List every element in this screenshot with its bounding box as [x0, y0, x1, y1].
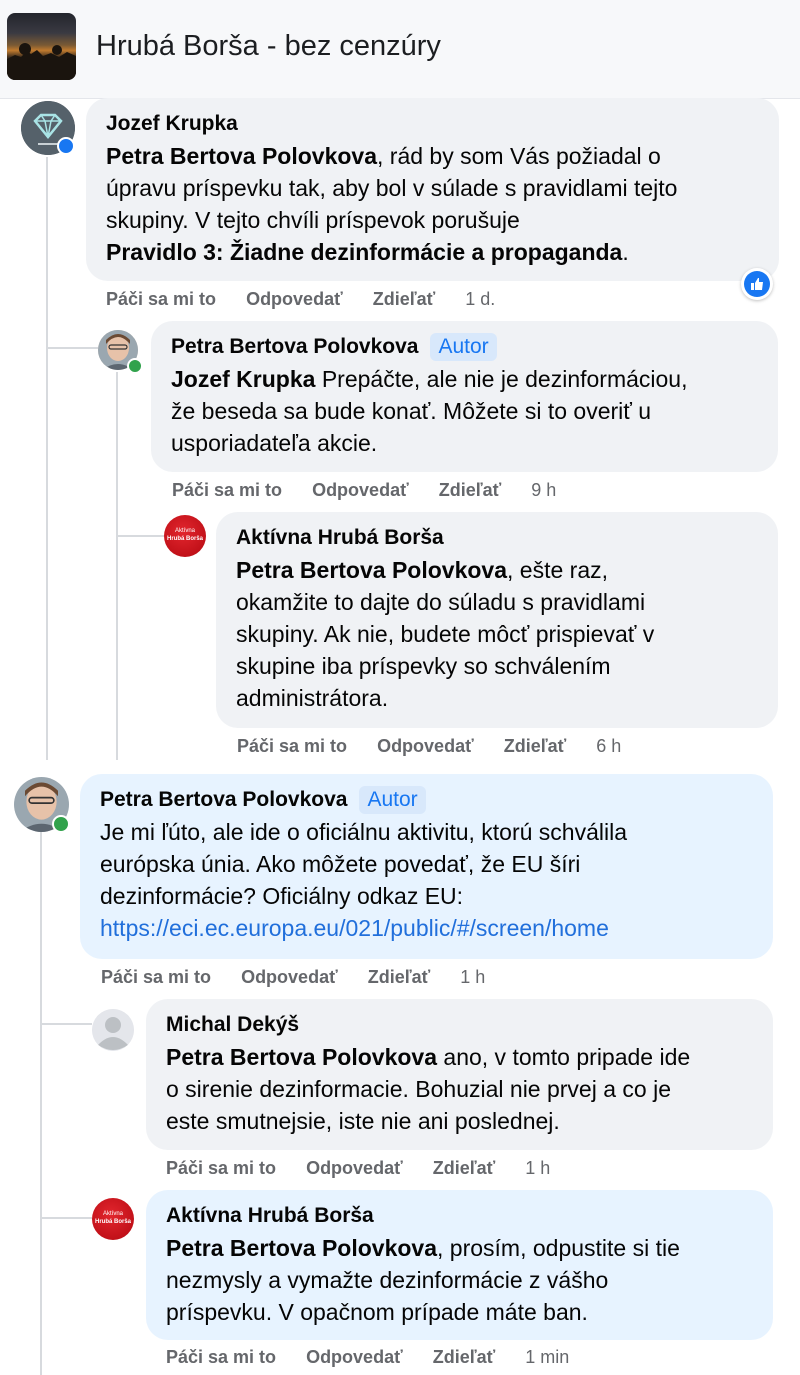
comment-actions: Páči sa mi to Odpovedať Zdieľať 1 min [166, 1347, 599, 1368]
logo-text: Aktívna [174, 528, 195, 534]
mention-link[interactable]: Petra Bertova Polovkova [106, 143, 377, 169]
comment-bubble: Michal Dekýš Petra Bertova Polovkova ano… [146, 999, 773, 1150]
reply-button[interactable]: Odpovedať [246, 289, 343, 310]
author-badge: Autor [430, 333, 497, 361]
rule-text: Pravidlo 3: Žiadne dezinformácie a propa… [106, 239, 623, 265]
logo-text: Hrubá Borša [94, 1219, 131, 1225]
comment-author[interactable]: Jozef Krupka [106, 112, 238, 136]
share-button[interactable]: Zdieľať [433, 1158, 496, 1179]
comment-author[interactable]: Petra Bertova Polovkova [171, 335, 418, 359]
mention-link[interactable]: Petra Bertova Polovkova [166, 1044, 437, 1070]
avatar[interactable]: Aktívna Hrubá Borša [92, 1198, 134, 1240]
thread-line [40, 832, 42, 1375]
online-status-dot [127, 358, 143, 374]
thread-line [46, 157, 48, 760]
thread-line [40, 1023, 92, 1025]
thread-line [46, 347, 98, 349]
comment-bubble: Petra Bertova Polovkova Autor Je mi ľúto… [80, 774, 773, 959]
timestamp[interactable]: 9 h [531, 480, 556, 501]
share-button[interactable]: Zdieľať [433, 1347, 496, 1368]
timestamp[interactable]: 1 h [525, 1158, 550, 1179]
mention-link[interactable]: Petra Bertova Polovkova [236, 557, 507, 583]
comment-actions: Páči sa mi to Odpovedať Zdieľať 1 h [166, 1158, 580, 1179]
timestamp[interactable]: 1 d. [465, 289, 495, 310]
reply-button[interactable]: Odpovedať [241, 967, 338, 988]
comment-text: Jozef Krupka Prepáčte, ale nie je dezinf… [171, 366, 688, 456]
share-button[interactable]: Zdieľať [439, 480, 502, 501]
share-button[interactable]: Zdieľať [504, 736, 567, 757]
share-button[interactable]: Zdieľať [373, 289, 436, 310]
like-button[interactable]: Páči sa mi to [172, 480, 282, 501]
comment-bubble: Petra Bertova Polovkova Autor Jozef Krup… [151, 321, 778, 472]
verified-badge-icon [57, 137, 75, 155]
thread-line [116, 372, 118, 760]
author-badge: Autor [359, 786, 426, 814]
timestamp[interactable]: 1 h [460, 967, 485, 988]
logo-text: Aktívna [102, 1211, 123, 1217]
comment-author[interactable]: Petra Bertova Polovkova [100, 788, 347, 812]
thread-line [40, 1217, 92, 1219]
comment-bubble: Aktívna Hrubá Borša Petra Bertova Polovk… [146, 1190, 773, 1340]
comment-text: Petra Bertova Polovkova, prosím, odpusti… [166, 1235, 680, 1325]
thread-line [116, 535, 164, 537]
mention-link[interactable]: Petra Bertova Polovkova [166, 1235, 437, 1261]
logo-text: Hrubá Borša [166, 536, 203, 542]
like-button[interactable]: Páči sa mi to [166, 1158, 276, 1179]
like-button[interactable]: Páči sa mi to [166, 1347, 276, 1368]
comment-actions: Páči sa mi to Odpovedať Zdieľať 6 h [237, 736, 651, 757]
comment-text: Petra Bertova Polovkova, rád by som Vás … [106, 143, 678, 265]
timestamp[interactable]: 6 h [596, 736, 621, 757]
default-user-icon [92, 1009, 134, 1051]
reply-button[interactable]: Odpovedať [312, 480, 409, 501]
group-title[interactable]: Hrubá Borša - bez cenzúry [96, 30, 441, 63]
avatar[interactable]: Aktívna Hrubá Borša [164, 515, 206, 557]
reply-button[interactable]: Odpovedať [306, 1347, 403, 1368]
avatar[interactable] [92, 1009, 134, 1051]
group-avatar[interactable] [7, 13, 76, 80]
timestamp[interactable]: 1 min [525, 1347, 569, 1368]
reply-button[interactable]: Odpovedať [306, 1158, 403, 1179]
landscape-image [7, 43, 76, 80]
online-status-dot [52, 815, 70, 833]
group-header: Hrubá Borša - bez cenzúry [0, 0, 800, 99]
comment-text: Petra Bertova Polovkova ano, v tomto pri… [166, 1044, 691, 1134]
comment-author[interactable]: Aktívna Hrubá Borša [166, 1204, 374, 1228]
like-button[interactable]: Páči sa mi to [106, 289, 216, 310]
comment-actions: Páči sa mi to Odpovedať Zdieľať 1 d. [106, 289, 525, 310]
mention-link[interactable]: Jozef Krupka [171, 366, 315, 392]
thumbs-up-icon [751, 278, 763, 290]
like-reaction-icon[interactable] [741, 268, 773, 300]
reply-button[interactable]: Odpovedať [377, 736, 474, 757]
eu-link[interactable]: https://eci.ec.europa.eu/021/public/#/sc… [100, 915, 609, 941]
comment-actions: Páči sa mi to Odpovedať Zdieľať 1 h [101, 967, 515, 988]
like-button[interactable]: Páči sa mi to [237, 736, 347, 757]
share-button[interactable]: Zdieľať [368, 967, 431, 988]
comment-author[interactable]: Aktívna Hrubá Borša [236, 526, 444, 550]
comment-text: Je mi ľúto, ale ide o oficiálnu aktivitu… [100, 819, 628, 941]
comment-bubble: Jozef Krupka Petra Bertova Polovkova, rá… [86, 98, 779, 281]
comment-actions: Páči sa mi to Odpovedať Zdieľať 9 h [172, 480, 586, 501]
comment-text: Petra Bertova Polovkova, ešte raz, okamž… [236, 557, 655, 711]
comment-bubble: Aktívna Hrubá Borša Petra Bertova Polovk… [216, 512, 778, 728]
like-button[interactable]: Páči sa mi to [101, 967, 211, 988]
comment-author[interactable]: Michal Dekýš [166, 1013, 299, 1037]
